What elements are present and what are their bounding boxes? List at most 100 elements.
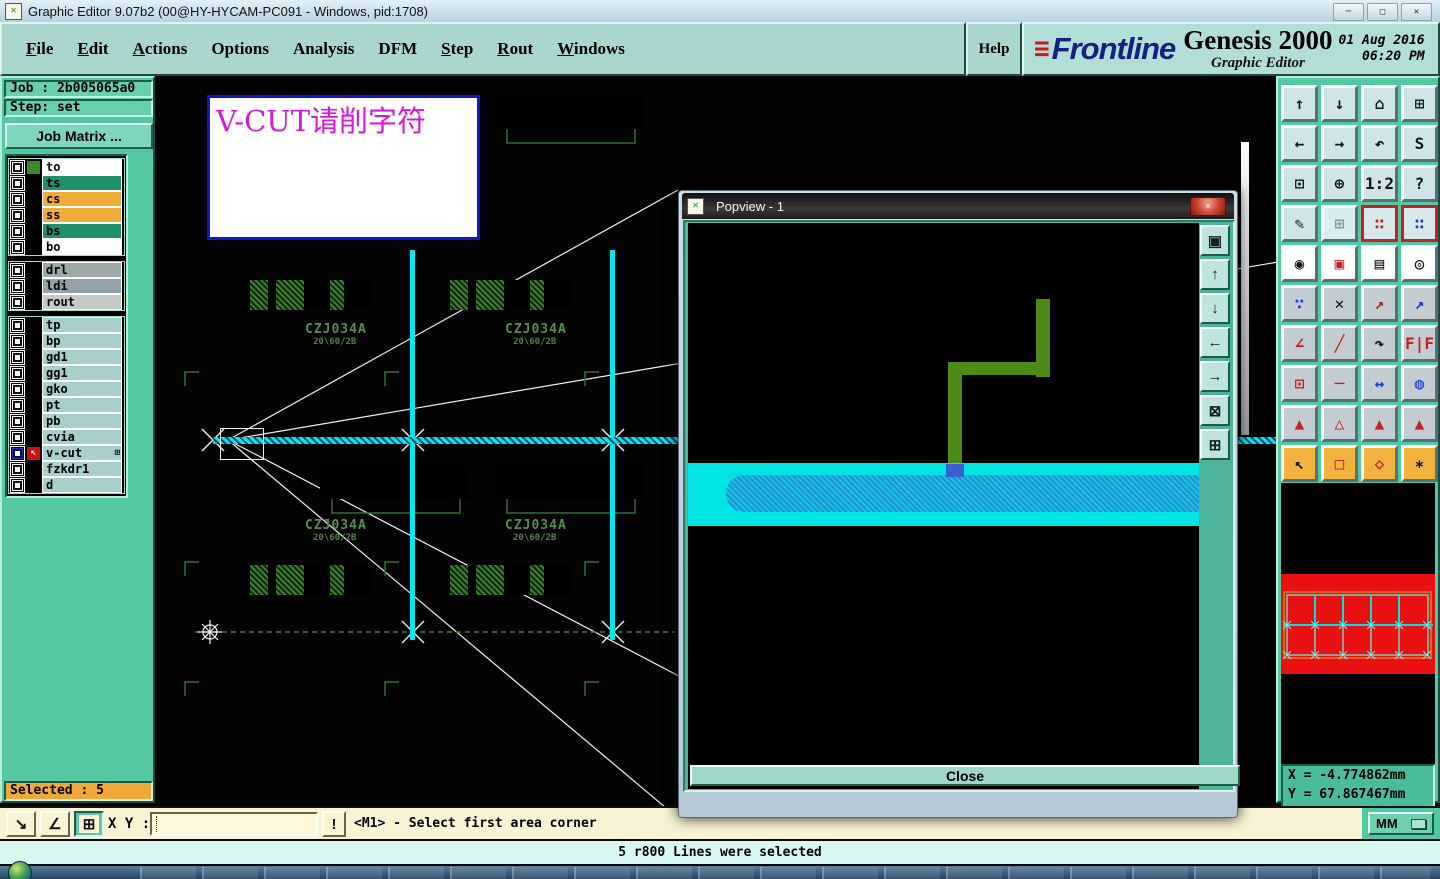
vcut-line-vertical[interactable] [610, 250, 615, 640]
layer-visibility-checkbox[interactable] [10, 191, 25, 207]
layer-name[interactable]: rout [42, 294, 122, 310]
net-highlight-b-button[interactable]: ∷ [1401, 205, 1438, 242]
alert-button[interactable]: ! [322, 811, 346, 837]
scale-1-2-button[interactable]: 1:2 [1361, 165, 1398, 202]
popview-zoom-expand-button[interactable]: ⊞ [1200, 429, 1230, 460]
popview-zoom-contract-button[interactable]: ⊠ [1200, 395, 1230, 426]
popview-detach-button[interactable]: ▣ [1200, 225, 1230, 256]
menu-options[interactable]: Options [211, 39, 269, 59]
triangle-a-button[interactable]: ▲ [1281, 405, 1318, 442]
units-dropdown[interactable]: MM [1368, 812, 1434, 835]
help-button[interactable]: ? [1401, 165, 1438, 202]
measure-distance-button[interactable]: ↘ [6, 811, 36, 837]
select-single-button[interactable]: ↖ [1281, 445, 1318, 482]
triangle-d-button[interactable]: ▲ [1401, 405, 1438, 442]
menu-actions[interactable]: Actions [133, 39, 188, 59]
layer-visibility-checkbox[interactable] [10, 397, 25, 413]
windows-taskbar[interactable] [0, 861, 1440, 879]
home-view-button[interactable]: ⌂ [1361, 85, 1398, 122]
maximize-button[interactable]: □ [1367, 3, 1398, 21]
layer-name[interactable]: cs [42, 191, 122, 207]
popview-close-bar-button[interactable]: Close [690, 765, 1240, 786]
pad-mode-button[interactable]: ◎ [1401, 245, 1438, 282]
menu-file[interactable]: File [26, 39, 53, 59]
menu-rout[interactable]: Rout [497, 39, 533, 59]
popview-window[interactable]: ✕ Popview - 1 ✕ ▣ ↑ ↓ ← → ⊠ ⊞ Close [678, 190, 1240, 818]
layer-name[interactable]: gko [42, 381, 122, 397]
layer-name[interactable]: gd1 [42, 349, 122, 365]
triangle-c-button[interactable]: ▲ [1361, 405, 1398, 442]
menu-dfm[interactable]: DFM [378, 39, 417, 59]
draw-tools-button[interactable]: ✎ [1281, 205, 1318, 242]
serpentine-button[interactable]: S [1401, 125, 1438, 162]
layer-name[interactable]: pb [42, 413, 122, 429]
layer-name[interactable]: ts [42, 175, 122, 191]
zoom-out-button[interactable]: ↓ [1321, 85, 1358, 122]
layer-visibility-checkbox[interactable] [10, 175, 25, 191]
measure-angle-button[interactable]: ∠ [1281, 325, 1318, 362]
popview-pan-left-button[interactable]: ← [1200, 327, 1230, 358]
mirror-button[interactable]: F|F [1401, 325, 1438, 362]
taskbar-buttons[interactable] [140, 867, 1430, 879]
menu-windows[interactable]: Windows [557, 39, 625, 59]
menu-step[interactable]: Step [441, 39, 473, 59]
canvas-scrollbar[interactable] [1241, 142, 1249, 435]
minimize-button[interactable]: ─ [1333, 3, 1364, 21]
layer-name[interactable]: gg1 [42, 365, 122, 381]
layer-name[interactable]: d [42, 477, 122, 493]
zoom-expand-button[interactable]: ⊕ [1321, 165, 1358, 202]
chain-select-button[interactable]: ∵ [1281, 285, 1318, 322]
pan-left-button[interactable]: ← [1281, 125, 1318, 162]
popview-pan-right-button[interactable]: → [1200, 361, 1230, 392]
close-button[interactable]: ✕ [1401, 3, 1432, 21]
popview-canvas[interactable] [688, 223, 1199, 789]
layer-name[interactable]: v-cut ⊞ [42, 445, 122, 461]
zoom-contract-button[interactable]: ⊡ [1281, 165, 1318, 202]
panel-overview-minimap[interactable] [1281, 483, 1435, 768]
pan-right-button[interactable]: → [1321, 125, 1358, 162]
ruler-button[interactable]: ▤ [1361, 245, 1398, 282]
delete-feature-button[interactable]: ✕ [1321, 285, 1358, 322]
layer-name[interactable]: fzkdr1 [42, 461, 122, 477]
layer-visibility-checkbox[interactable] [10, 207, 25, 223]
measure-width-button[interactable]: ↔ [1361, 365, 1398, 402]
rotate-button[interactable]: ↷ [1361, 325, 1398, 362]
layer-name[interactable]: pt [42, 397, 122, 413]
layer-visibility-checkbox[interactable] [10, 349, 25, 365]
popview-zoom-out-button[interactable]: ↓ [1200, 293, 1230, 324]
popview-close-button[interactable]: ✕ [1190, 197, 1226, 216]
zoom-in-button[interactable]: ↑ [1281, 85, 1318, 122]
layer-name[interactable]: ss [42, 207, 122, 223]
grid-button[interactable]: ⊞ [1321, 205, 1358, 242]
layer-visibility-checkbox[interactable] [10, 461, 25, 477]
layer-name[interactable]: bo [42, 239, 122, 255]
layer-name[interactable]: bp [42, 333, 122, 349]
layer-visibility-checkbox[interactable] [10, 239, 25, 255]
layer-name[interactable]: drl [42, 262, 122, 278]
popview-titlebar[interactable]: ✕ Popview - 1 ✕ [682, 193, 1234, 219]
layer-name[interactable]: ldi [42, 278, 122, 294]
symbol-mode-button[interactable]: ▣ [1321, 245, 1358, 282]
layer-visibility-checkbox[interactable] [10, 278, 25, 294]
feature-mode-button[interactable]: ◉ [1281, 245, 1318, 282]
window-titlebar[interactable]: ✕ Graphic Editor 9.07b2 (00@HY-HYCAM-PC0… [0, 0, 1440, 23]
move-origin-button[interactable]: ↗ [1361, 285, 1398, 322]
select-poly-button[interactable]: ◇ [1361, 445, 1398, 482]
slope-line-button[interactable]: ╱ [1321, 325, 1358, 362]
layer-visibility-checkbox[interactable] [10, 262, 25, 278]
copy-pad-button[interactable]: ⊡ [1281, 365, 1318, 402]
popview-zoom-in-button[interactable]: ↑ [1200, 259, 1230, 290]
layer-name[interactable]: bs [42, 223, 122, 239]
select-net-button[interactable]: ∗ [1401, 445, 1438, 482]
layer-visibility-checkbox[interactable] [10, 317, 25, 333]
layer-visibility-checkbox[interactable] [10, 381, 25, 397]
layer-visibility-checkbox[interactable] [10, 365, 25, 381]
layer-visibility-checkbox[interactable] [10, 445, 25, 461]
layer-visibility-checkbox[interactable] [10, 477, 25, 493]
layer-visibility-checkbox[interactable] [10, 413, 25, 429]
layer-visibility-checkbox[interactable] [10, 429, 25, 445]
layer-visibility-checkbox[interactable] [10, 294, 25, 310]
menu-analysis[interactable]: Analysis [293, 39, 354, 59]
stretch-button[interactable]: ─ [1321, 365, 1358, 402]
layer-visibility-checkbox[interactable] [10, 223, 25, 239]
